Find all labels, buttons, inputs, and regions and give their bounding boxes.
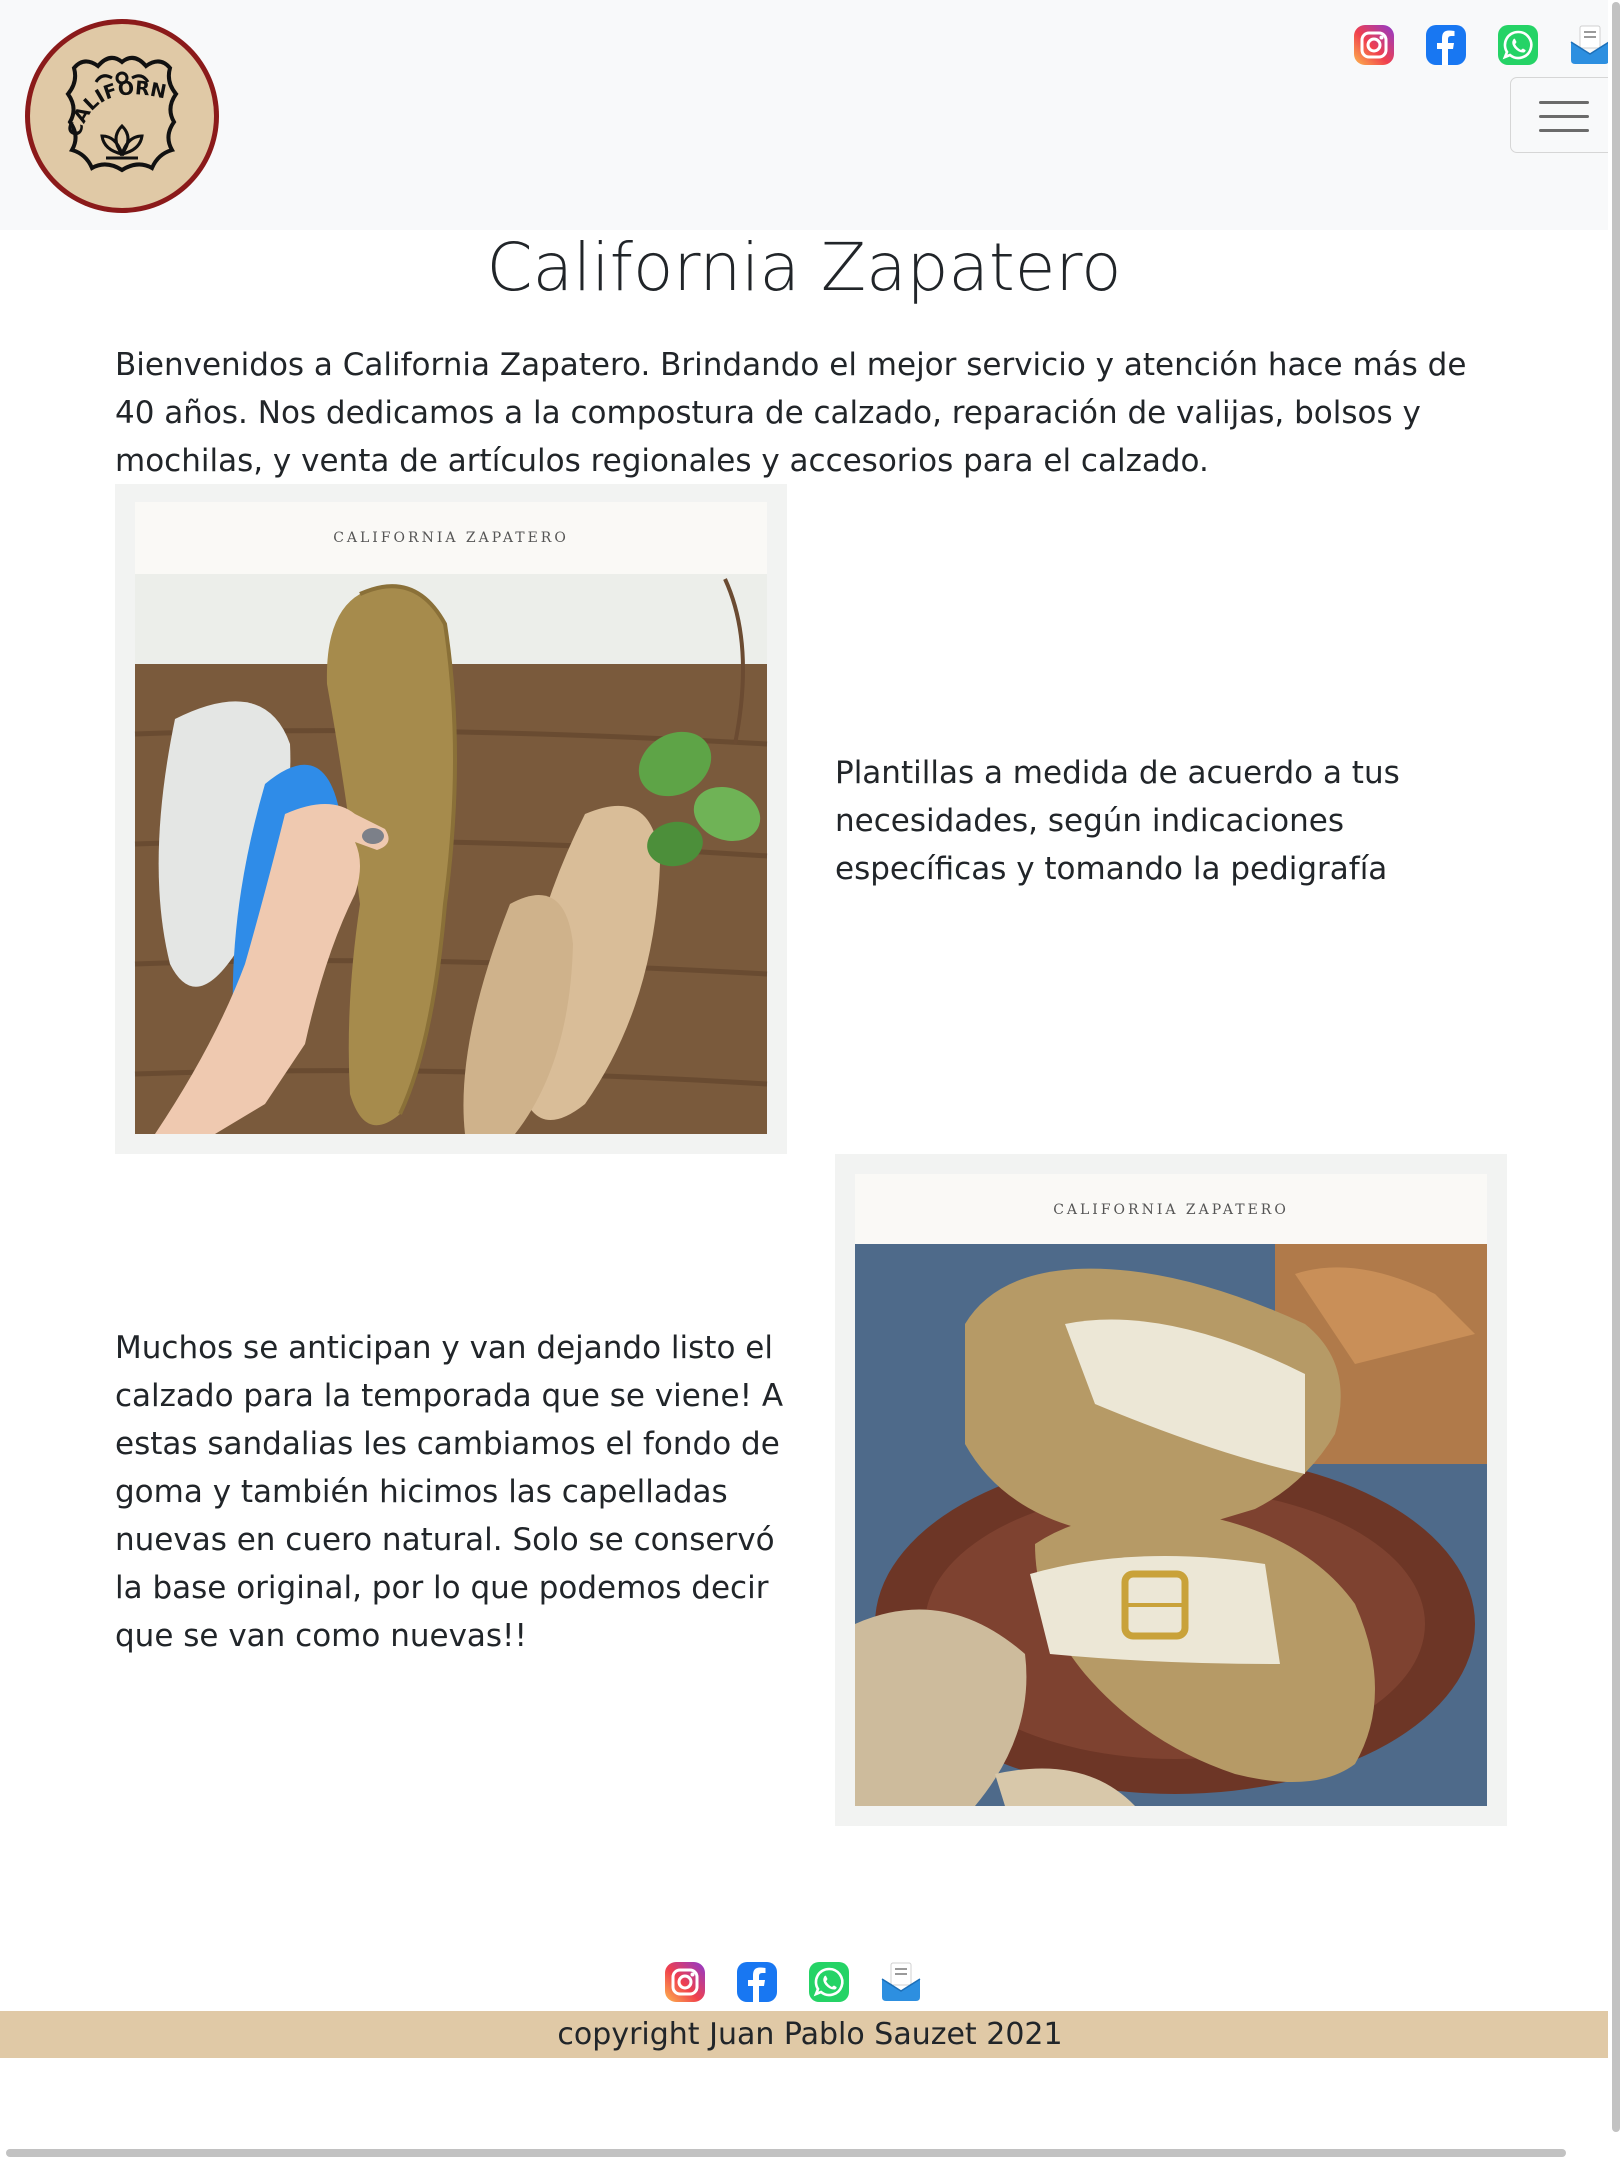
sandals-photo: CALIFORNIA ZAPATERO [835,1154,1507,1826]
intro-text: Bienvenidos a California Zapatero. Brind… [115,347,1467,479]
instagram-link[interactable] [1353,24,1395,70]
footer-whatsapp-link[interactable] [808,1961,850,2007]
california-logo-icon: CALIFORNIA [15,0,219,213]
whatsapp-link[interactable] [1497,24,1539,70]
vertical-scrollbar[interactable] [1608,0,1622,2140]
whatsapp-icon [809,1962,849,2002]
insoles-description: Plantillas a medida de acuerdo a tus nec… [835,755,1400,887]
footer-facebook-link[interactable] [736,1961,778,2007]
facebook-icon [1426,25,1466,65]
copyright-text: copyright Juan Pablo Sauzet 2021 [557,2017,1063,2052]
facebook-icon [737,1962,777,2002]
brand-logo[interactable]: CALIFORNIA [15,0,222,216]
whatsapp-icon [1498,25,1538,65]
horizontal-scrollbar[interactable] [0,2146,1608,2160]
facebook-link[interactable] [1425,24,1467,70]
footer-instagram-link[interactable] [664,1961,706,2007]
instagram-icon [665,1962,705,2002]
footer: copyright Juan Pablo Sauzet 2021 [0,2011,1620,2058]
sandals-photo-caption: CALIFORNIA ZAPATERO [1053,1202,1289,1218]
insoles-photo: CALIFORNIA ZAPATERO [115,484,787,1154]
email-icon [881,1962,921,2001]
vertical-scrollbar-thumb[interactable] [1612,2,1620,2132]
footer-email-link[interactable] [880,1961,922,2007]
sandals-description: Muchos se anticipan y van dejando listo … [115,1330,784,1654]
menu-toggle-button[interactable] [1510,77,1620,153]
horizontal-scrollbar-thumb[interactable] [6,2149,1566,2157]
page-title: California Zapatero [486,229,1122,306]
navbar: CALIFORNIA [0,0,1620,230]
email-link[interactable] [1569,24,1611,70]
instagram-icon [1354,25,1394,65]
email-icon [1570,25,1610,64]
insoles-photo-caption: CALIFORNIA ZAPATERO [333,530,569,546]
hamburger-menu-icon [1539,101,1589,104]
